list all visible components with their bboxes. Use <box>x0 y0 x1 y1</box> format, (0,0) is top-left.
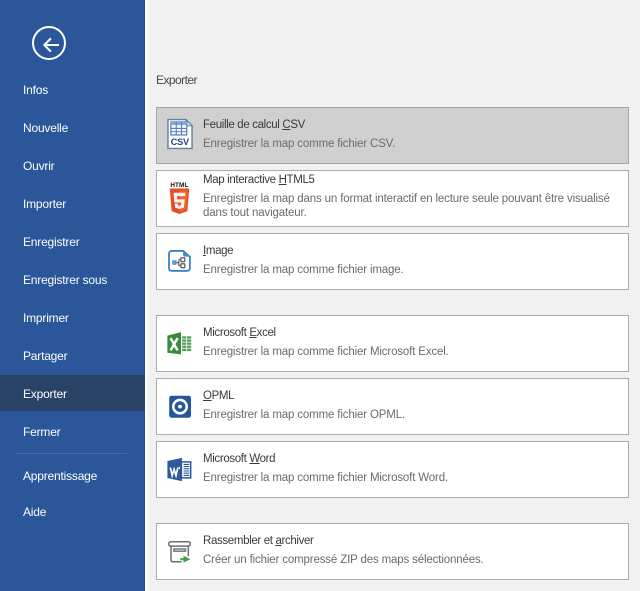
svg-text:CSV: CSV <box>171 137 190 147</box>
svg-text:HTML: HTML <box>170 182 188 189</box>
